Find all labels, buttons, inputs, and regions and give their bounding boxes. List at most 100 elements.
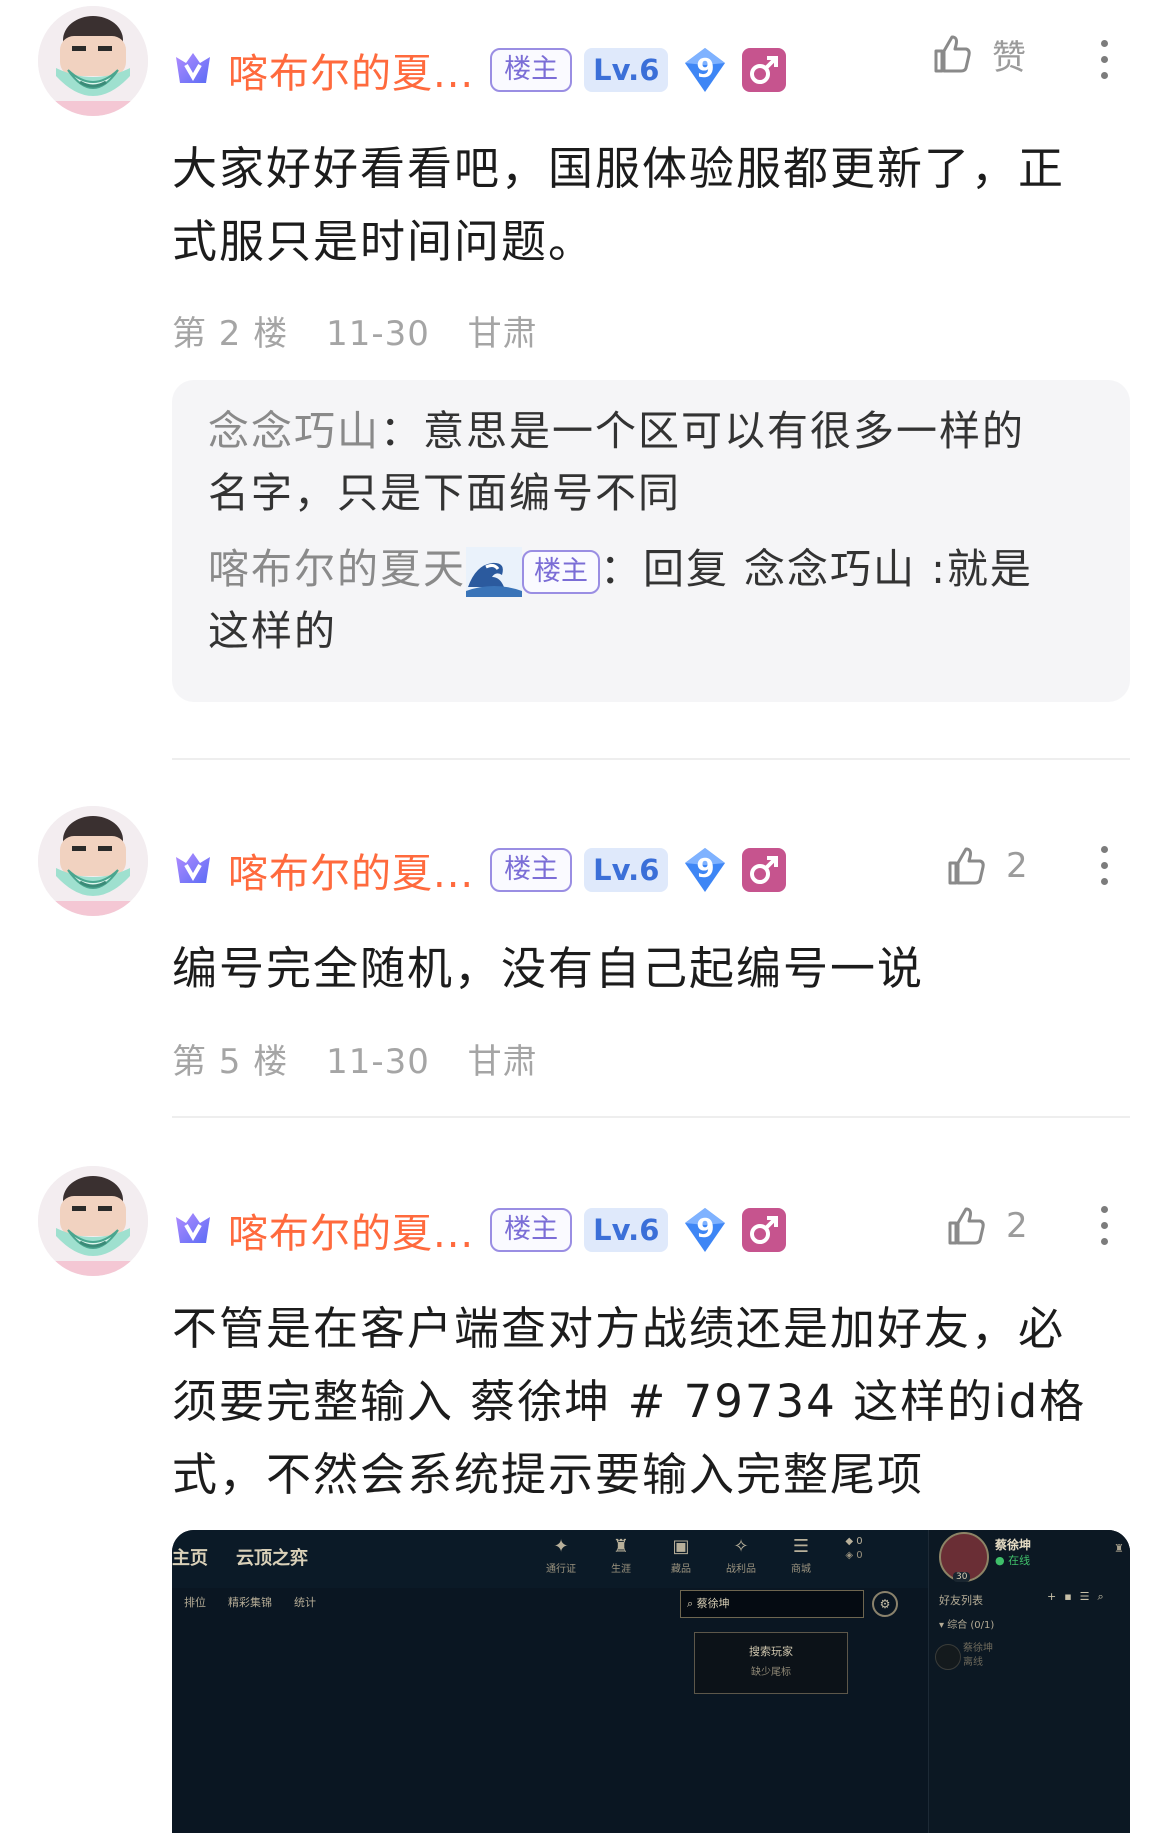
floor-number: 第 5 楼 xyxy=(172,1042,289,1082)
username[interactable]: 喀布尔的夏... xyxy=(228,841,474,899)
pass-label: 通行证 xyxy=(546,1564,576,1575)
thumbs-up-icon xyxy=(948,847,985,885)
male-gender-icon xyxy=(742,848,787,892)
reply-text: ：意思是一个区可以有很多一样的 xyxy=(380,407,1025,455)
player-level: 30 xyxy=(953,1572,971,1582)
online-status: ● 在线 xyxy=(995,1554,1031,1567)
comment-line: 式服只是时间问题。 xyxy=(172,215,596,268)
reply-author[interactable]: 念念巧山 xyxy=(208,407,380,455)
post-date: 11-30 xyxy=(326,314,430,354)
collection-label: 藏品 xyxy=(671,1564,691,1575)
collection-icon: ▣ 藏品 xyxy=(671,1536,691,1575)
store-icon: ☰ 商城 xyxy=(791,1536,811,1575)
player-search-input: ⌕ 蔡徐坤 xyxy=(680,1590,864,1618)
level-badge: Lv.6 xyxy=(584,848,669,892)
post-header: 喀布尔的夏... 楼主 Lv.6 9 xyxy=(172,40,787,100)
currency-amount: 0 xyxy=(856,1550,863,1561)
tooltip-title: 搜索玩家 xyxy=(749,1645,793,1658)
player-name: 蔡徐坤 xyxy=(995,1538,1032,1552)
thumbs-up-icon xyxy=(934,35,971,73)
reply-author[interactable]: 喀布尔的夏天 xyxy=(208,545,466,593)
post-location: 甘肃 xyxy=(467,314,538,354)
avatar-image xyxy=(38,6,148,116)
sub-tab-highlights: 精彩集锦 xyxy=(228,1596,272,1609)
sub-tab-stats: 统计 xyxy=(294,1596,316,1609)
friend-entry: 蔡徐坤 离线 xyxy=(963,1642,993,1670)
search-value: 蔡徐坤 xyxy=(696,1597,730,1610)
op-badge: 楼主 xyxy=(490,848,573,892)
friend-group: ▾ 综合 (0/1) xyxy=(939,1620,995,1631)
friend-avatar xyxy=(935,1644,961,1670)
search-tooltip: 搜索玩家 缺少尾标 xyxy=(694,1632,848,1694)
male-gender-icon xyxy=(742,48,787,92)
more-options-icon[interactable] xyxy=(1092,1200,1116,1260)
comment-line: 编号完全随机，没有自己起编号一说 xyxy=(172,942,925,995)
loot-label: 战利品 xyxy=(726,1564,756,1575)
username[interactable]: 喀布尔的夏... xyxy=(228,1201,474,1259)
sub-tab-rank: 排位 xyxy=(184,1596,206,1609)
comment-line: 大家好好看看吧，国服体验服都更新了，正 xyxy=(172,142,1066,195)
like-count: 2 xyxy=(1006,846,1028,886)
divider xyxy=(172,1116,1130,1118)
comment-text: 不管是在客户端查对方战绩还是加好友，必 须要完整输入 蔡徐坤 # 79734 这… xyxy=(172,1292,1122,1511)
avatar-image xyxy=(38,1166,148,1276)
username[interactable]: 喀布尔的夏... xyxy=(228,41,474,99)
gem-badge: 9 xyxy=(680,845,730,895)
more-options-icon[interactable] xyxy=(1092,840,1116,900)
comment-line: 须要完整输入 蔡徐坤 # 79734 这样的id格 xyxy=(172,1375,1087,1428)
friends-panel: 30 蔡徐坤 ● 在线 ♜ 好友列表 +▪☰⌕ ▾ 综合 (0/1) 蔡徐坤 离… xyxy=(928,1530,1130,1833)
pass-icon: ✦ 通行证 xyxy=(546,1536,576,1575)
op-badge: 楼主 xyxy=(490,1208,573,1252)
tab-tft: 云顶之弈 xyxy=(236,1548,308,1569)
vip-crown-icon xyxy=(172,849,214,891)
avatar[interactable] xyxy=(38,6,148,116)
currency-amount: 0 xyxy=(856,1536,863,1547)
like-button[interactable]: 2 xyxy=(942,1196,1028,1256)
gem-level: 9 xyxy=(696,54,715,84)
loot-icon: ✧ 战利品 xyxy=(726,1536,756,1575)
post-date: 11-30 xyxy=(326,1042,430,1082)
post-header: 喀布尔的夏... 楼主 Lv.6 9 xyxy=(172,1200,787,1260)
comment-text: 大家好好看看吧，国服体验服都更新了，正 式服只是时间问题。 xyxy=(172,132,1122,278)
avatar[interactable] xyxy=(38,1166,148,1276)
post-header: 喀布尔的夏... 楼主 Lv.6 9 xyxy=(172,840,787,900)
reply-thread[interactable]: 念念巧山：意思是一个区可以有很多一样的 名字，只是下面编号不同 喀布尔的夏天 楼主… xyxy=(172,380,1130,702)
like-button[interactable]: 2 xyxy=(942,836,1028,896)
more-options-icon[interactable] xyxy=(1092,34,1116,94)
like-button[interactable]: 赞 xyxy=(928,24,1026,84)
reply-item[interactable]: 喀布尔的夏天 楼主 ：回复 念念巧山 :就是 这样的 xyxy=(208,538,1094,662)
post-location: 甘肃 xyxy=(467,1042,538,1082)
reply-text: 名字，只是下面编号不同 xyxy=(208,469,681,517)
post-meta: 第 5 楼 11-30 甘肃 xyxy=(172,1034,564,1083)
currency-display: ◆ 0 ◈ 0 xyxy=(845,1536,863,1561)
op-badge: 楼主 xyxy=(490,48,573,92)
friend-status: 离线 xyxy=(963,1657,983,1668)
thumbs-up-icon xyxy=(948,1207,985,1245)
store-label: 商城 xyxy=(791,1564,811,1575)
op-badge: 楼主 xyxy=(522,550,600,594)
attached-screenshot[interactable]: 主页 云顶之弈 ✦ 通行证 ♜ 生涯 ▣ 藏品 ✧ 战利品 ☰ 商城 ◆ 0 ◈ 0 排位 … xyxy=(172,1530,1130,1833)
comment-line: 不管是在客户端查对方战绩还是加好友，必 xyxy=(172,1302,1066,1355)
gem-level: 9 xyxy=(696,854,715,884)
like-count: 2 xyxy=(1006,1206,1028,1246)
tooltip-subtitle: 缺少尾标 xyxy=(751,1667,791,1678)
comment-text: 编号完全随机，没有自己起编号一说 xyxy=(172,932,1122,1005)
level-badge: Lv.6 xyxy=(584,1208,669,1252)
vip-crown-icon xyxy=(172,49,214,91)
like-label: 赞 xyxy=(992,37,1026,78)
reply-item[interactable]: 念念巧山：意思是一个区可以有很多一样的 名字，只是下面编号不同 xyxy=(208,400,1094,524)
comment-line: 式，不然会系统提示要输入完整尾项 xyxy=(172,1448,925,1501)
wave-emoji-icon xyxy=(466,547,522,597)
male-gender-icon xyxy=(742,1208,787,1252)
post-meta: 第 2 楼 11-30 甘肃 xyxy=(172,306,564,355)
friend-name: 蔡徐坤 xyxy=(963,1643,993,1654)
friend-actions-icons: +▪☰⌕ xyxy=(1047,1590,1112,1603)
reply-text: 这样的 xyxy=(208,607,337,655)
gem-badge: 9 xyxy=(680,1205,730,1255)
search-settings-icon: ⚙ xyxy=(872,1591,898,1617)
avatar[interactable] xyxy=(38,806,148,916)
career-label: 生涯 xyxy=(611,1564,631,1575)
friends-list-title: 好友列表 xyxy=(939,1594,983,1607)
status-text: 在线 xyxy=(1008,1554,1031,1567)
floor-number: 第 2 楼 xyxy=(172,314,289,354)
